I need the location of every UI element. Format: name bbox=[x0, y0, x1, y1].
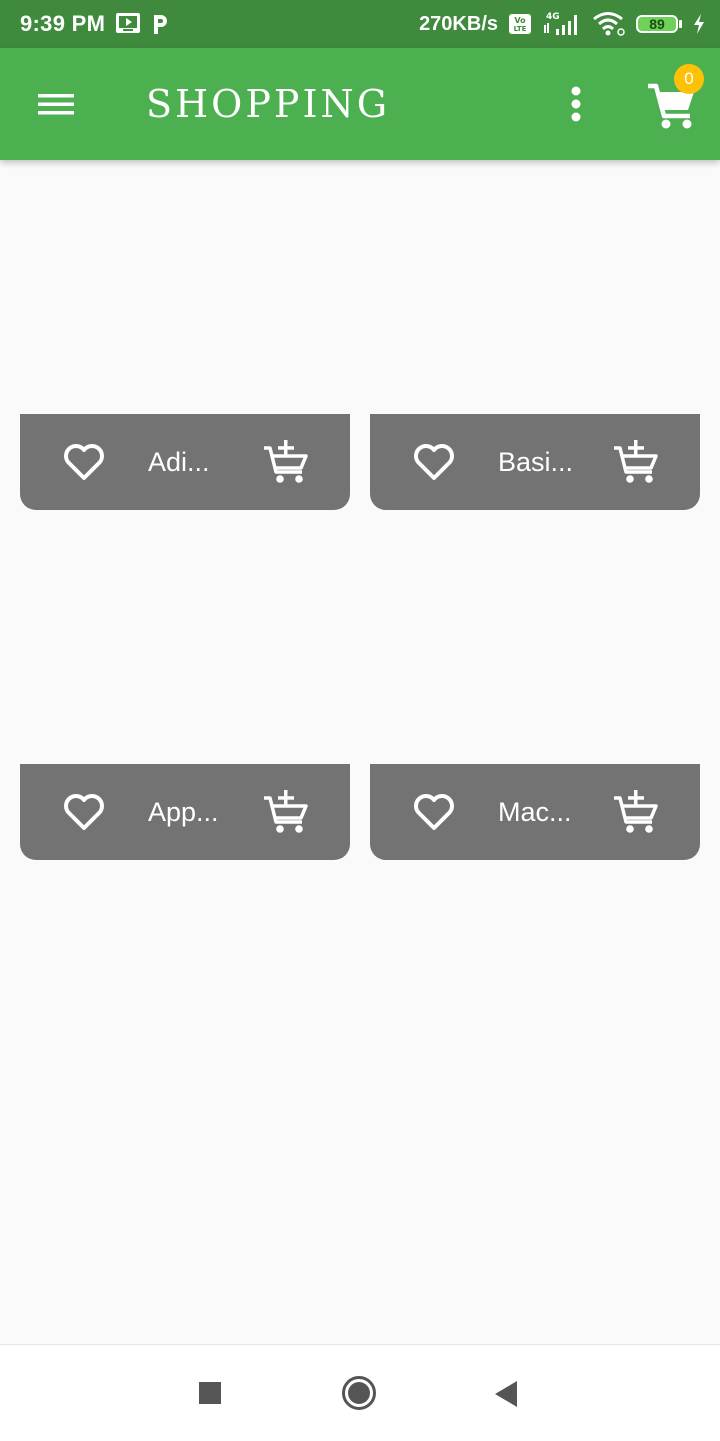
add-shopping-cart-icon bbox=[264, 440, 308, 483]
favorite-button[interactable] bbox=[412, 790, 456, 834]
system-nav-bar bbox=[0, 1344, 720, 1441]
battery-icon: 89 bbox=[636, 15, 682, 33]
home-icon[interactable] bbox=[341, 1375, 377, 1411]
svg-text:LTE: LTE bbox=[514, 25, 527, 33]
product-card-footer: App... bbox=[20, 764, 350, 860]
product-card[interactable]: App... bbox=[20, 764, 350, 860]
favorite-button[interactable] bbox=[62, 440, 106, 484]
add-shopping-cart-icon bbox=[614, 440, 658, 483]
svg-text:Vo: Vo bbox=[514, 16, 526, 25]
status-bar: 9:39 PM 270KB/s Vo LTE 4G 89 bbox=[0, 0, 720, 48]
wifi-icon bbox=[592, 11, 626, 37]
add-shopping-cart-icon bbox=[264, 790, 308, 833]
cart-count-badge: 0 bbox=[674, 64, 704, 94]
heart-outline-icon bbox=[414, 794, 454, 830]
product-card-footer: Basi... bbox=[370, 414, 700, 510]
volte-icon: Vo LTE bbox=[508, 13, 532, 35]
product-name: Adi... bbox=[148, 447, 210, 477]
recent-apps-icon[interactable] bbox=[199, 1382, 221, 1404]
menu-button[interactable] bbox=[36, 86, 76, 122]
battery-level: 89 bbox=[636, 15, 678, 33]
charging-icon bbox=[692, 13, 706, 35]
product-name: Mac... bbox=[498, 797, 572, 827]
more-vertical-icon bbox=[571, 86, 581, 122]
p-app-icon bbox=[151, 13, 169, 35]
product-card[interactable]: Mac... bbox=[370, 764, 700, 860]
heart-outline-icon bbox=[64, 444, 104, 480]
screen-cast-icon bbox=[115, 12, 141, 36]
signal-icon: 4G bbox=[542, 11, 582, 37]
add-to-cart-button[interactable] bbox=[612, 438, 660, 486]
network-type: 4G bbox=[546, 12, 560, 22]
hamburger-menu-icon bbox=[38, 94, 74, 115]
network-speed: 270KB/s bbox=[419, 12, 498, 35]
app-bar: SHOPPING bbox=[0, 48, 720, 160]
status-bar-right: 270KB/s Vo LTE 4G 89 bbox=[419, 11, 706, 37]
favorite-button[interactable] bbox=[412, 440, 456, 484]
favorite-button[interactable] bbox=[62, 790, 106, 834]
add-to-cart-button[interactable] bbox=[262, 438, 310, 486]
heart-outline-icon bbox=[64, 794, 104, 830]
status-time: 9:39 PM bbox=[20, 11, 106, 36]
product-card-footer: Mac... bbox=[370, 764, 700, 860]
product-card[interactable]: Basi... bbox=[370, 414, 700, 510]
heart-outline-icon bbox=[414, 444, 454, 480]
product-grid: Adi... Basi... App... Mac... bbox=[0, 160, 720, 1344]
more-options-button[interactable] bbox=[562, 82, 590, 126]
product-card-footer: Adi... bbox=[20, 414, 350, 510]
add-shopping-cart-icon bbox=[614, 790, 658, 833]
status-bar-left: 9:39 PM bbox=[20, 11, 169, 37]
product-name: App... bbox=[148, 797, 219, 827]
add-to-cart-button[interactable] bbox=[612, 788, 660, 836]
back-icon[interactable] bbox=[493, 1379, 519, 1409]
product-card[interactable]: Adi... bbox=[20, 414, 350, 510]
product-name: Basi... bbox=[498, 447, 574, 477]
add-to-cart-button[interactable] bbox=[262, 788, 310, 836]
app-title: SHOPPING bbox=[146, 82, 391, 126]
